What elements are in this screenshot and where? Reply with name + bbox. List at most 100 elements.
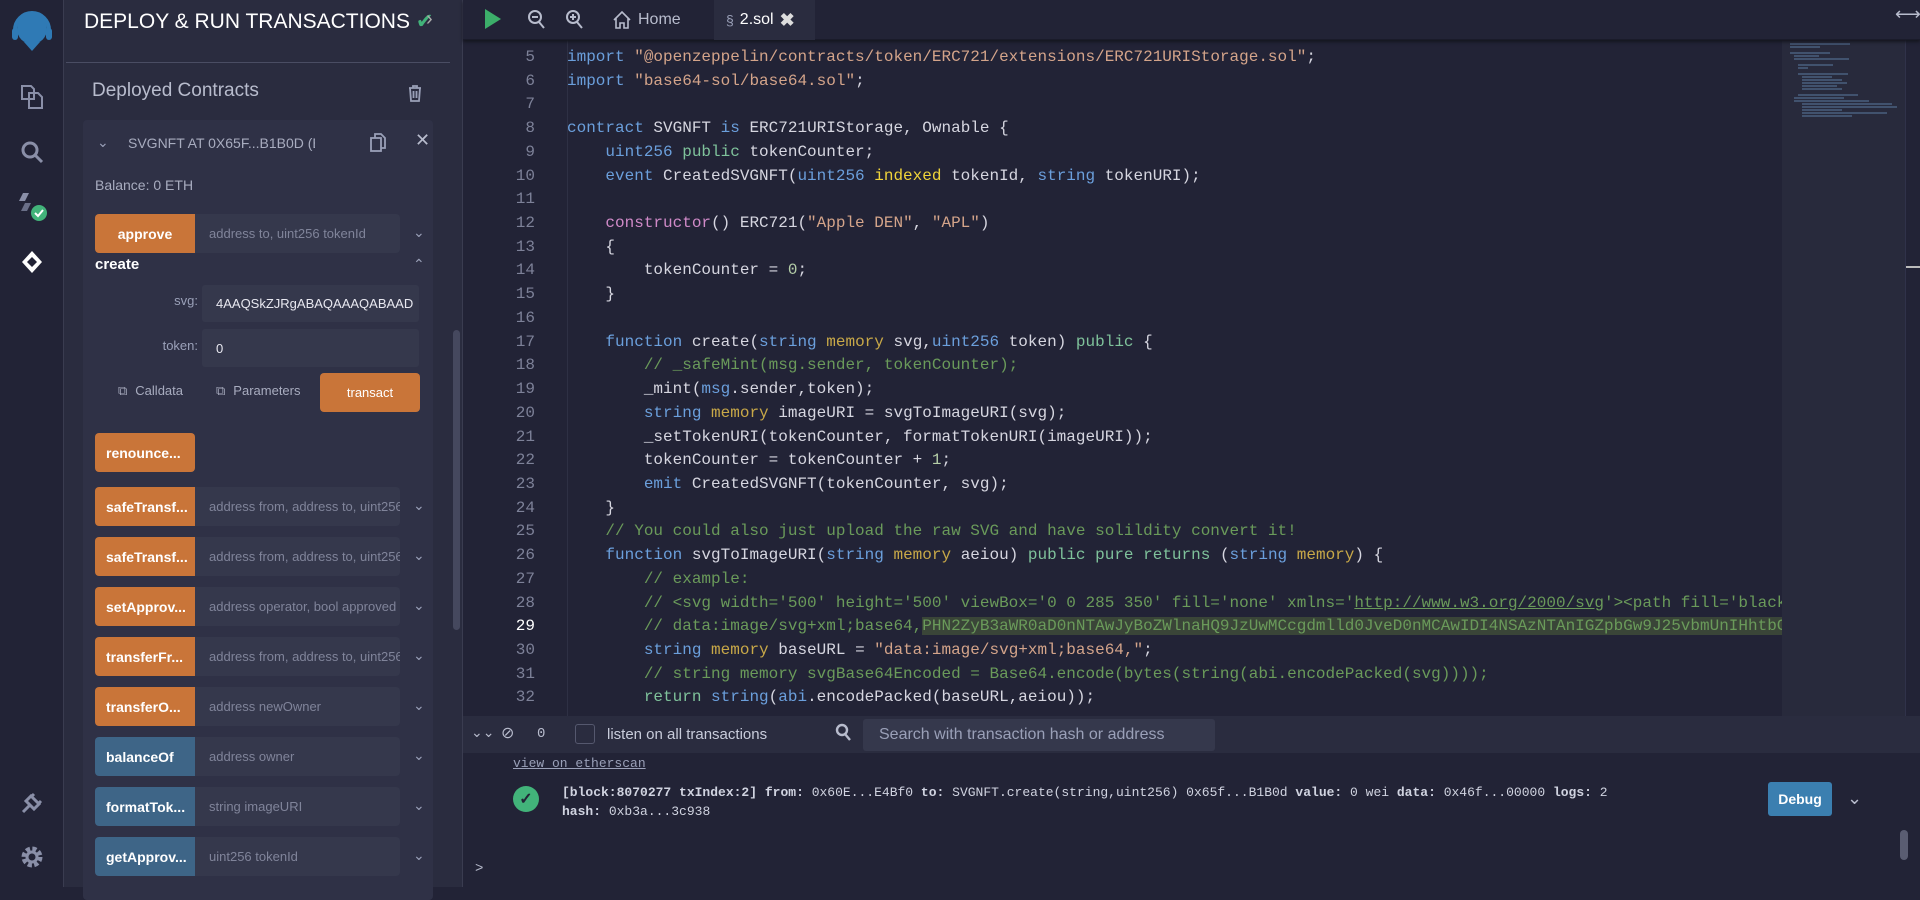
chevron-down-icon[interactable]: ⌄ xyxy=(413,547,425,564)
function-args-input[interactable]: uint256 tokenId xyxy=(195,837,400,876)
terminal-scrollbar[interactable] xyxy=(1900,830,1908,860)
chevron-down-icon[interactable]: ⌄ xyxy=(413,597,425,614)
chevron-down-icon[interactable]: ⌄ xyxy=(413,224,425,241)
code-line[interactable]: { xyxy=(567,235,615,259)
code-line[interactable]: contract SVGNFT is ERC721URIStorage, Own… xyxy=(567,116,1009,140)
code-line[interactable]: function svgToImageURI(string memory aei… xyxy=(567,543,1383,567)
chevron-down-icon[interactable]: ⌄ xyxy=(97,134,109,151)
function-button[interactable]: transferO... xyxy=(95,687,195,726)
code-line[interactable]: emit CreatedSVGNFT(tokenCounter, svg); xyxy=(567,472,1009,496)
collapse-terminal-icon[interactable]: ⌄⌄ xyxy=(471,724,494,741)
run-script-icon[interactable] xyxy=(485,9,501,29)
function-args-input[interactable]: string imageURI xyxy=(195,787,400,826)
token-param-input[interactable]: 0 xyxy=(202,329,419,367)
expand-horizontal-icon[interactable]: ⟷ xyxy=(1895,4,1920,25)
settings-gear-icon[interactable] xyxy=(14,839,50,875)
code-line[interactable]: // You could also just upload the raw SV… xyxy=(567,519,1296,543)
code-line[interactable]: string memory baseURL = "data:image/svg+… xyxy=(567,638,1153,662)
chevron-down-icon[interactable]: ⌄ xyxy=(413,647,425,664)
function-button[interactable]: safeTransf... xyxy=(95,537,195,576)
zoom-in-icon[interactable] xyxy=(565,9,583,34)
tab-2-sol[interactable]: § 2.sol ✖ xyxy=(714,0,815,40)
clear-console-icon[interactable]: ⊘ xyxy=(501,723,514,743)
contract-instance-title[interactable]: SVGNFT AT 0X65F...B1B0D (BLOCK xyxy=(128,135,315,151)
view-on-etherscan-link[interactable]: view on etherscan xyxy=(513,756,646,772)
zoom-out-icon[interactable] xyxy=(527,9,545,34)
code-line[interactable]: tokenCounter = tokenCounter + 1; xyxy=(567,448,951,472)
function-button[interactable]: getApprov... xyxy=(95,837,195,876)
remix-logo-icon[interactable] xyxy=(6,10,58,54)
plugin-manager-icon[interactable] xyxy=(14,785,50,821)
approve-button[interactable]: approve xyxy=(95,214,195,253)
code-line[interactable]: // data:image/svg+xml;base64,PHN2ZyB3aWR… xyxy=(567,614,1782,638)
function-args-input[interactable]: address from, address to, uint256 xyxy=(195,637,400,676)
function-button[interactable]: setApprov... xyxy=(95,587,195,626)
minimap[interactable] xyxy=(1782,40,1905,716)
copy-parameters-button[interactable]: ⧉ Parameters xyxy=(216,383,301,399)
trash-icon[interactable] xyxy=(408,84,422,102)
code-line[interactable]: event CreatedSVGNFT(uint256 indexed toke… xyxy=(567,164,1200,188)
code-area[interactable]: 5 import "@openzeppelin/contracts/token/E… xyxy=(463,40,1782,716)
debug-button[interactable]: Debug xyxy=(1768,782,1832,816)
close-icon[interactable]: ✕ xyxy=(415,130,430,151)
chevron-down-icon[interactable]: ⌄ xyxy=(1847,788,1862,809)
function-button[interactable]: safeTransf... xyxy=(95,487,195,526)
chevron-down-icon[interactable]: ⌄ xyxy=(413,797,425,814)
function-args-input[interactable]: address from, address to, uint256 xyxy=(195,487,400,526)
file-explorer-icon[interactable] xyxy=(14,78,50,114)
search-icon[interactable] xyxy=(14,134,50,170)
chevron-up-icon[interactable]: ⌃ xyxy=(413,256,425,273)
transact-button[interactable]: transact xyxy=(320,373,420,412)
code-line[interactable]: uint256 public tokenCounter; xyxy=(567,140,874,164)
chevron-down-icon[interactable]: ⌄ xyxy=(413,747,425,764)
code-line[interactable]: constructor() ERC721("Apple DEN", "APL") xyxy=(567,211,990,235)
transaction-search-input[interactable]: Search with transaction hash or address xyxy=(863,719,1215,751)
tab-home[interactable]: Home xyxy=(608,0,714,40)
code-token: ; xyxy=(941,451,952,470)
deploy-run-icon[interactable] xyxy=(14,244,50,280)
copy-icon: ⧉ xyxy=(118,383,128,398)
code-line[interactable]: function create(string memory svg,uint25… xyxy=(567,330,1152,354)
code-line[interactable]: // string memory svgBase64Encoded = Base… xyxy=(567,662,1489,686)
function-button[interactable]: transferFr... xyxy=(95,637,195,676)
code-line[interactable]: import "base64-sol/base64.sol"; xyxy=(567,69,865,93)
chevron-down-icon[interactable]: ⌄ xyxy=(413,497,425,514)
function-button[interactable]: formatTok... xyxy=(95,787,195,826)
code-line[interactable]: tokenCounter = 0; xyxy=(567,258,807,282)
function-button[interactable]: balanceOf xyxy=(95,737,195,776)
code-line[interactable]: return string(abi.encodePacked(baseURL,a… xyxy=(567,685,1095,709)
svg-param-input[interactable]: 4AAQSkZJRgABAQAAAQABAAD xyxy=(202,285,419,322)
code-line[interactable]: // _safeMint(msg.sender, tokenCounter); xyxy=(567,353,1018,377)
solidity-compiler-icon[interactable] xyxy=(14,188,50,224)
copy-icon[interactable] xyxy=(370,133,386,158)
code-line[interactable]: import "@openzeppelin/contracts/token/ER… xyxy=(567,45,1316,69)
code-line[interactable]: _mint(msg.sender,token); xyxy=(567,377,874,401)
code-line[interactable]: string memory imageURI = svgToImageURI(s… xyxy=(567,401,1066,425)
code-line[interactable]: _setTokenURI(tokenCounter, formatTokenUR… xyxy=(567,425,1153,449)
code-token: ) xyxy=(979,214,990,233)
code-token: string xyxy=(1229,546,1297,565)
chevron-right-icon[interactable]: › xyxy=(426,8,433,31)
function-args-input[interactable]: address owner xyxy=(195,737,400,776)
code-line[interactable]: } xyxy=(567,496,615,520)
listen-checkbox[interactable] xyxy=(575,724,595,744)
chevron-down-icon[interactable]: ⌄ xyxy=(413,697,425,714)
transaction-log[interactable]: [block:8070277 txIndex:2] from: 0x60E...… xyxy=(562,783,1608,821)
code-line[interactable]: // example: xyxy=(567,567,750,591)
code-token: () ERC721( xyxy=(711,214,808,233)
panel-scrollbar[interactable] xyxy=(453,330,460,630)
editor-scrollbar[interactable] xyxy=(1905,40,1920,716)
approve-input[interactable]: address to, uint256 tokenId xyxy=(195,214,400,253)
function-args-input[interactable]: address from, address to, uint256 xyxy=(195,537,400,576)
copy-calldata-button[interactable]: ⧉ Calldata xyxy=(118,383,183,399)
function-args-input[interactable]: address operator, bool approved xyxy=(195,587,400,626)
code-token: PHN2ZyB3aWR0aD0nNTAwJyBoZWlnaHQ9JzUwMCcg… xyxy=(922,617,1782,636)
renounce-ownership-button[interactable]: renounce... xyxy=(95,433,195,472)
code-line[interactable]: } xyxy=(567,282,615,306)
close-tab-icon[interactable]: ✖ xyxy=(780,10,795,31)
code-token: return xyxy=(567,688,712,707)
function-args-input[interactable]: address newOwner xyxy=(195,687,400,726)
chevron-down-icon[interactable]: ⌄ xyxy=(413,847,425,864)
code-line[interactable]: // <svg width='500' height='500' viewBox… xyxy=(567,591,1782,615)
terminal-prompt[interactable]: > xyxy=(475,861,483,877)
